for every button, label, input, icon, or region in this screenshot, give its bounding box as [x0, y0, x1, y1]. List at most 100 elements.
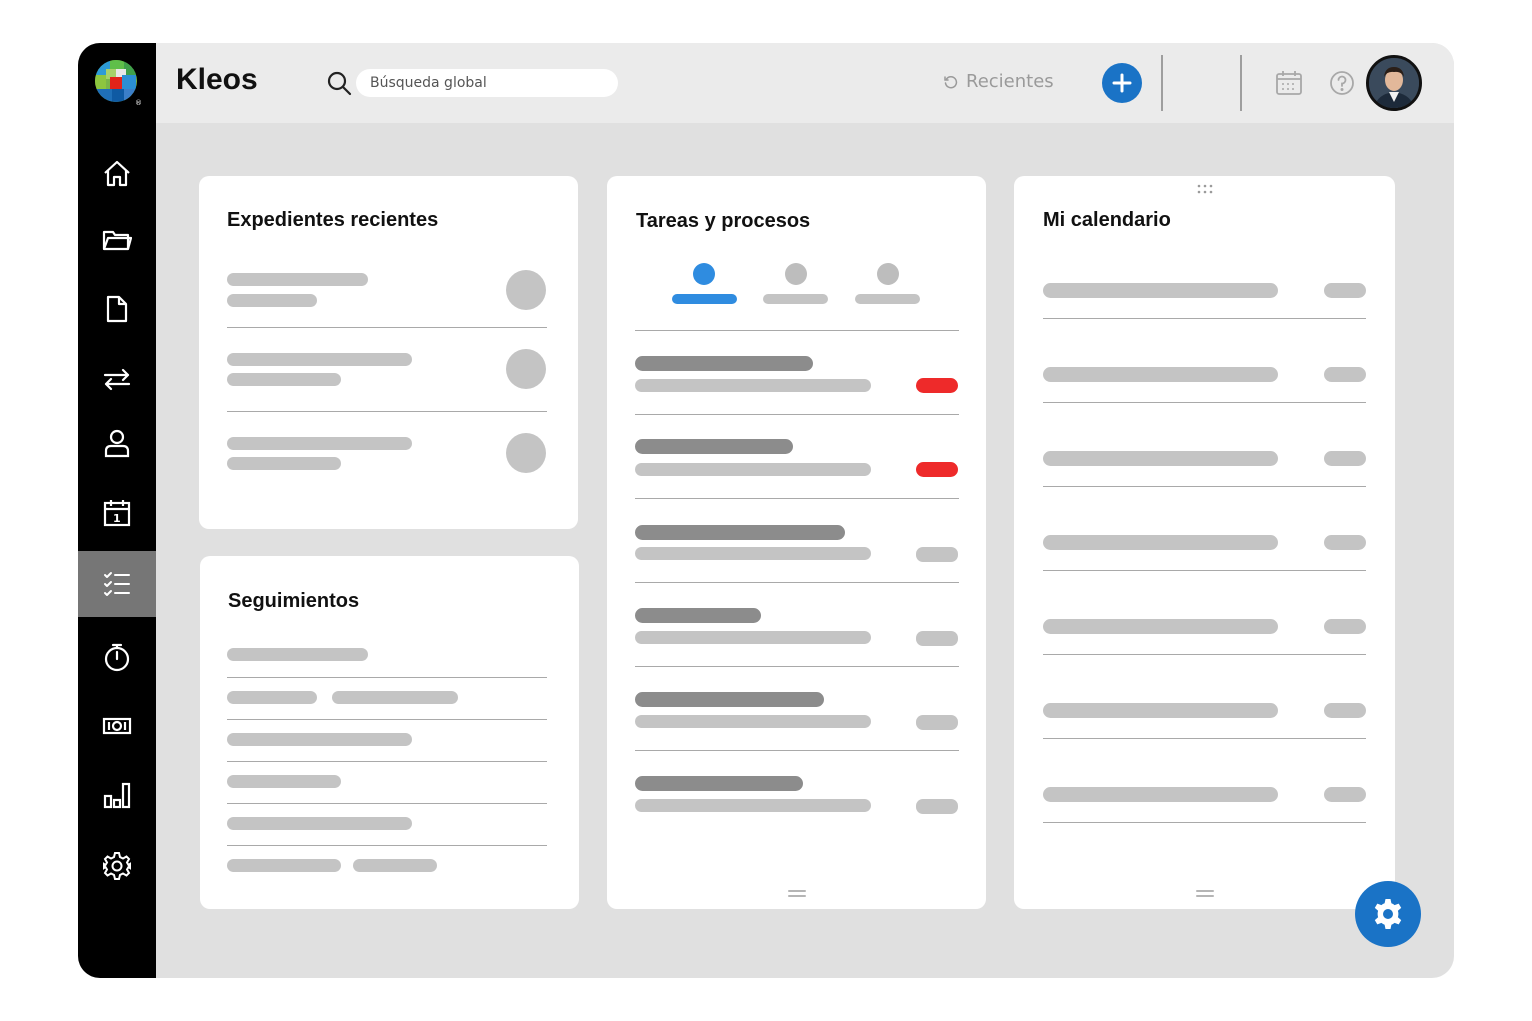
placeholder-line [227, 817, 412, 830]
card-calendar: Mi calendario [1014, 176, 1395, 909]
card-title: Expedientes recientes [227, 209, 439, 231]
placeholder-line [227, 859, 341, 872]
placeholder-line [635, 356, 813, 371]
svg-text:®: ® [135, 99, 142, 107]
placeholder-line [353, 859, 437, 872]
search-icon[interactable] [326, 70, 352, 96]
money-icon [102, 717, 132, 735]
placeholder-time [1324, 283, 1366, 298]
placeholder-line [227, 437, 412, 450]
header-divider [1240, 55, 1242, 111]
tab-dot[interactable] [877, 263, 899, 285]
sidebar-item-time[interactable] [78, 624, 156, 690]
placeholder-line [635, 776, 803, 791]
sidebar-item-calendar[interactable]: 1 [78, 480, 156, 546]
calendar-icon: 1 [103, 500, 131, 527]
placeholder-line [227, 273, 368, 286]
placeholder-line [1043, 619, 1278, 634]
tasks-icon [104, 572, 130, 596]
row-divider [1043, 738, 1366, 739]
tab-dot[interactable] [785, 263, 807, 285]
recents-button[interactable]: Recientes [944, 71, 1054, 92]
placeholder-time [1324, 535, 1366, 550]
sidebar-item-transfers[interactable] [78, 346, 156, 412]
resize-handle[interactable] [788, 890, 806, 892]
user-icon [104, 429, 130, 458]
placeholder-line [635, 547, 871, 560]
row-divider [227, 719, 547, 720]
sidebar-item-tasks[interactable] [78, 551, 156, 617]
placeholder-line [635, 715, 871, 728]
status-badge [916, 547, 958, 562]
card-recent-files: Expedientes recientes [199, 176, 578, 529]
tab-3[interactable] [855, 294, 920, 304]
tab-1-active[interactable] [672, 294, 737, 304]
stopwatch-icon [104, 643, 130, 672]
resize-handle[interactable] [1196, 895, 1214, 897]
row-divider [1043, 822, 1366, 823]
placeholder-time [1324, 787, 1366, 802]
placeholder-line [227, 373, 341, 386]
home-icon [104, 160, 130, 187]
add-button[interactable] [1102, 63, 1142, 103]
top-header: Kleos Recientes [156, 43, 1454, 123]
placeholder-line [635, 379, 871, 392]
placeholder-line [635, 525, 845, 540]
card-title: Seguimientos [228, 590, 360, 612]
placeholder-line [227, 294, 317, 307]
header-divider [1161, 55, 1163, 111]
folder-icon [102, 230, 132, 251]
avatar-image [1369, 58, 1419, 108]
customize-settings-button[interactable] [1355, 881, 1421, 947]
placeholder-avatar [506, 433, 546, 473]
placeholder-avatar [506, 270, 546, 310]
placeholder-line [635, 439, 793, 454]
gear-icon [1374, 899, 1402, 929]
sidebar-item-contacts[interactable] [78, 410, 156, 476]
placeholder-line [332, 691, 458, 704]
calendar-icon[interactable] [1275, 69, 1303, 97]
bar-chart-icon [103, 782, 131, 809]
row-divider [635, 414, 959, 415]
sidebar-item-files[interactable] [78, 206, 156, 272]
placeholder-avatar [506, 349, 546, 389]
placeholder-line [227, 648, 368, 661]
plus-icon [1112, 73, 1132, 93]
status-badge [916, 715, 958, 730]
status-badge [916, 378, 958, 393]
placeholder-line [635, 608, 761, 623]
placeholder-line [635, 692, 824, 707]
sidebar-item-settings[interactable] [78, 833, 156, 899]
tab-2[interactable] [763, 294, 828, 304]
placeholder-line [227, 457, 341, 470]
drag-grip-icon[interactable] [1196, 184, 1214, 194]
row-divider [227, 677, 547, 678]
row-divider [635, 666, 959, 667]
row-divider [227, 761, 547, 762]
placeholder-line [227, 775, 341, 788]
tabs-divider [635, 330, 959, 331]
global-search-input[interactable] [356, 69, 618, 97]
brand-logo[interactable]: ® [94, 59, 142, 107]
help-icon[interactable] [1328, 69, 1356, 97]
user-avatar[interactable] [1366, 55, 1422, 111]
sidebar-item-reports[interactable] [78, 762, 156, 828]
row-divider [1043, 402, 1366, 403]
status-badge [916, 799, 958, 814]
row-divider [635, 498, 959, 499]
row-divider [1043, 318, 1366, 319]
row-divider [635, 582, 959, 583]
resize-handle[interactable] [788, 895, 806, 897]
placeholder-line [635, 463, 871, 476]
placeholder-line [227, 691, 317, 704]
sidebar-item-home[interactable] [78, 140, 156, 206]
tab-dot-active[interactable] [693, 263, 715, 285]
placeholder-line [1043, 367, 1278, 382]
sidebar-item-documents[interactable] [78, 276, 156, 342]
transfer-icon [103, 368, 131, 391]
resize-handle[interactable] [1196, 890, 1214, 892]
row-divider [227, 411, 547, 412]
card-title: Mi calendario [1043, 209, 1171, 231]
card-follow-ups: Seguimientos [200, 556, 579, 909]
sidebar-item-billing[interactable] [78, 693, 156, 759]
